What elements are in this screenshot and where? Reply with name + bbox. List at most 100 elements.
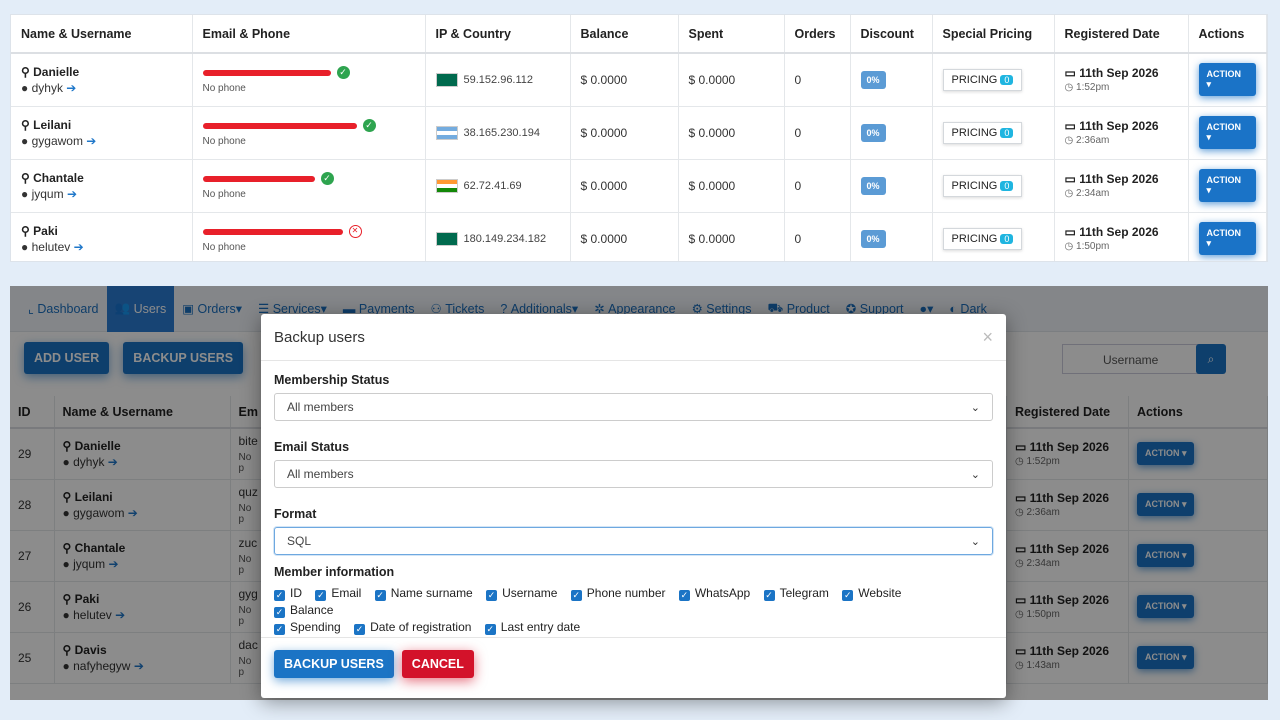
registered-time: ◷ 1:52pm <box>1064 82 1110 94</box>
checkbox-checked-icon: ✓ <box>274 607 285 618</box>
pricing-button[interactable]: PRICING 0 <box>942 121 1023 144</box>
user-ip: 59.152.96.112 <box>463 74 534 87</box>
close-icon[interactable]: × <box>982 327 993 348</box>
table-row: ⚲ Leilani ● gygawom ➔ ✓ No phone 38.165.23… <box>11 106 1267 160</box>
membership-status-select[interactable]: All members ⌄ <box>274 393 993 421</box>
calendar-icon: ▭ <box>1064 66 1076 81</box>
user-phone: No phone <box>202 83 246 95</box>
user-spent: $ 0.0000 <box>678 159 785 213</box>
discount-badge[interactable]: 0% <box>860 229 886 248</box>
table-row: ⚲ Danielle ● dyhyk ➔ ✓ No phone 59.152.96.… <box>11 53 1267 107</box>
user-icon: ● <box>21 80 29 95</box>
user-ip: 180.149.234.182 <box>463 232 547 245</box>
col-header: Email & Phone <box>192 15 426 54</box>
col-header: Registered Date <box>1054 15 1189 54</box>
user-orders: 0 <box>784 106 851 160</box>
verified-icon: ✓ <box>362 119 376 133</box>
user-spent: $ 0.0000 <box>678 212 785 261</box>
clock-icon: ◷ <box>1064 188 1074 199</box>
registered-time: ◷ 2:36am <box>1064 135 1110 146</box>
action-dropdown-button[interactable]: ACTION ▾ <box>1198 169 1256 202</box>
checkbox-balance[interactable]: ✓ Balance <box>274 602 333 619</box>
login-as-icon[interactable]: ➔ <box>86 134 96 148</box>
table-header-row: Name & Username Email & Phone IP & Count… <box>11 15 1267 54</box>
pricing-button[interactable]: PRICING 0 <box>942 68 1023 91</box>
table-row: ⚲ Chantale ● jyqum ➔ ✓ No phone 62.72.41.6… <box>11 159 1267 213</box>
checkbox-id[interactable]: ✓ ID <box>274 585 302 602</box>
discount-badge[interactable]: 0% <box>860 70 886 89</box>
wand-icon[interactable]: ⚲ <box>21 65 30 79</box>
redacted-email <box>202 228 343 235</box>
user-name: ⚲ Paki <box>21 223 58 238</box>
pricing-button[interactable]: PRICING 0 <box>942 227 1023 250</box>
checkbox-date-of-registration[interactable]: ✓ Date of registration <box>354 619 471 636</box>
format-label: Format <box>274 507 317 521</box>
user-balance: $ 0.0000 <box>570 53 679 107</box>
member-information-label: Member information <box>274 565 395 579</box>
checkbox-website[interactable]: ✓ Website <box>842 585 901 602</box>
action-dropdown-button[interactable]: ACTION ▾ <box>1198 116 1256 149</box>
checkbox-checked-icon: ✓ <box>484 624 496 635</box>
checkbox-checked-icon: ✓ <box>763 590 775 601</box>
action-dropdown-button[interactable]: ACTION ▾ <box>1198 63 1256 97</box>
pricing-button[interactable]: PRICING 0 <box>942 174 1023 197</box>
user-ip: 38.165.230.194 <box>463 126 540 139</box>
redacted-email <box>202 175 315 182</box>
checkbox-checked-icon: ✓ <box>374 590 386 601</box>
member-info-checkboxes: ✓ ID ✓ Email ✓ Name surname ✓ Username ✓ Phon… <box>274 585 974 636</box>
users-table-panel: Name & Username Email & Phone IP & Count… <box>10 14 1268 262</box>
user-balance: $ 0.0000 <box>570 106 679 160</box>
login-as-icon[interactable]: ➔ <box>67 187 77 201</box>
user-icon: ● <box>21 239 29 254</box>
col-header: Spent <box>678 15 785 54</box>
checkbox-checked-icon: ✓ <box>570 590 582 601</box>
login-as-icon[interactable]: ➔ <box>66 81 76 95</box>
checkbox-checked-icon: ✓ <box>274 590 285 601</box>
col-header: Special Pricing <box>932 15 1055 54</box>
registered-date: ▭ 11th Sep 2026 <box>1064 172 1159 186</box>
checkbox-whatsapp[interactable]: ✓ WhatsApp <box>678 585 750 602</box>
calendar-icon: ▭ <box>1064 225 1076 239</box>
user-ip: 62.72.41.69 <box>463 179 522 192</box>
checkbox-telegram[interactable]: ✓ Telegram <box>763 585 829 602</box>
wand-icon[interactable]: ⚲ <box>21 171 30 185</box>
flag-bangladesh-icon <box>435 231 458 246</box>
redacted-email <box>202 122 357 129</box>
modal-body: Membership Status All members ⌄ Email Sta… <box>261 361 1006 636</box>
discount-badge[interactable]: 0% <box>860 123 886 142</box>
user-orders: 0 <box>784 212 851 261</box>
checkbox-spending[interactable]: ✓ Spending <box>274 619 341 636</box>
col-header: Orders <box>784 15 851 54</box>
checkbox-email[interactable]: ✓ Email <box>315 585 361 602</box>
email-status-select[interactable]: All members ⌄ <box>274 460 993 488</box>
table-row: ⚲ Paki ● helutev ➔ ✕ No phone 180.149.234.… <box>11 212 1267 261</box>
wand-icon[interactable]: ⚲ <box>21 224 30 238</box>
user-balance: $ 0.0000 <box>570 159 679 213</box>
clock-icon: ◷ <box>1064 82 1074 94</box>
backup-users-submit-button[interactable]: BACKUP USERS <box>274 650 394 678</box>
wand-icon[interactable]: ⚲ <box>21 118 30 132</box>
email-status-label: Email Status <box>274 440 350 454</box>
user-username: ● helutev ➔ <box>21 239 84 254</box>
user-icon: ● <box>21 186 29 201</box>
checkbox-checked-icon: ✓ <box>486 590 498 601</box>
format-select[interactable]: SQL ⌄ <box>274 527 993 555</box>
action-dropdown-button[interactable]: ACTION ▾ <box>1198 222 1256 255</box>
chevron-down-icon: ⌄ <box>970 401 980 414</box>
user-balance: $ 0.0000 <box>570 212 679 261</box>
checkbox-phone-number[interactable]: ✓ Phone number <box>570 585 666 602</box>
checkbox-checked-icon: ✓ <box>842 590 854 601</box>
checkbox-name-surname[interactable]: ✓ Name surname <box>374 585 473 602</box>
discount-badge[interactable]: 0% <box>860 176 886 195</box>
checkbox-username[interactable]: ✓ Username <box>486 585 557 602</box>
cancel-button[interactable]: CANCEL <box>401 650 474 678</box>
col-header: Name & Username <box>11 15 193 54</box>
col-header: Balance <box>570 15 679 54</box>
login-as-icon[interactable]: ➔ <box>74 240 84 254</box>
verified-icon: ✓ <box>320 172 334 186</box>
user-name: ⚲ Danielle <box>21 64 80 79</box>
user-icon: ● <box>21 133 29 148</box>
flag-bangladesh-icon <box>435 73 458 88</box>
registered-date: ▭ 11th Sep 2026 <box>1064 119 1159 133</box>
checkbox-last-entry-date[interactable]: ✓ Last entry date <box>484 619 580 636</box>
